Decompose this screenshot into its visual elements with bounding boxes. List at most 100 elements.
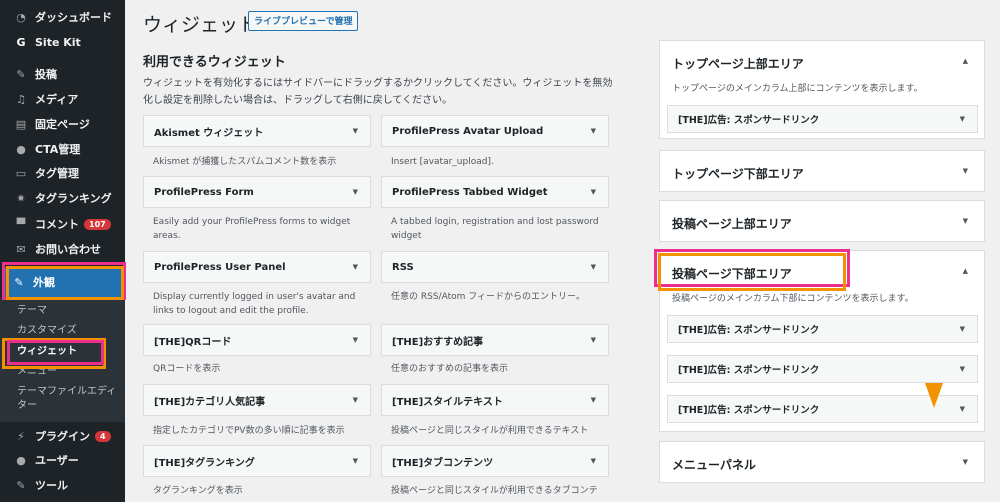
chevron-down-icon[interactable]: ▼ — [963, 217, 968, 225]
widget-the-qr-code[interactable]: [THE]QRコード ▼ — [143, 324, 371, 356]
widget-description: Easily add your ProfilePress forms to wi… — [153, 217, 351, 241]
submenu-item-menus[interactable]: メニュー — [17, 365, 119, 379]
area-post-page-upper[interactable]: 投稿ページ上部エリア ▼ — [659, 200, 985, 242]
user-icon: ● — [16, 453, 26, 467]
tag-icon: ▭ — [15, 166, 27, 180]
widget-title: Akismet ウィジェット — [154, 127, 264, 139]
chevron-down-icon: ▼ — [590, 263, 596, 271]
widget-description: Display currently logged in user's avata… — [153, 292, 356, 316]
media-icon: ♫ — [16, 92, 26, 106]
submenu-item-widgets[interactable]: ウィジェット — [17, 345, 119, 359]
widget-title: [THE]カテゴリ人気記事 — [154, 396, 266, 408]
widget-description: 指定したカテゴリでPV数の多い順に記事を表示 — [153, 426, 345, 436]
area-widget-title: [THE]広告: スポンサードリンク — [678, 405, 820, 416]
area-title: メニューパネル — [672, 458, 756, 472]
sidebar-item-media[interactable]: ♫ メディア — [0, 87, 125, 111]
sidebar-item-label: CTA管理 — [35, 143, 81, 156]
plugin-update-badge: 4 — [95, 430, 111, 442]
sidebar-item-label: 外観 — [33, 276, 55, 289]
sidebar-item-appearance[interactable]: ✎ 外観 — [4, 267, 124, 297]
chevron-down-icon: ▼ — [352, 127, 358, 135]
widget-title: ProfilePress Avatar Upload — [392, 125, 544, 137]
gear-icon: ✷ — [16, 191, 26, 205]
sidebar-item-contact[interactable]: ✉ お問い合わせ — [0, 237, 125, 261]
widget-profilepress-form[interactable]: ProfilePress Form ▼ — [143, 176, 371, 208]
widget-the-recommended[interactable]: [THE]おすすめ記事 ▼ — [381, 324, 609, 356]
widget-title: [THE]タブコンテンツ — [392, 457, 494, 469]
submenu-item-customize[interactable]: カスタマイズ — [17, 324, 119, 338]
sidebar-item-tag-manager[interactable]: ▭ タグ管理 — [0, 161, 125, 185]
widget-description: 任意のおすすめの記事を表示 — [391, 364, 509, 374]
widget-description: 投稿ページと同じスタイルが利用できるタブコンテ — [391, 486, 598, 496]
area-title: 投稿ページ上部エリア — [672, 217, 792, 231]
widget-description: 投稿ページと同じスタイルが利用できるテキスト — [391, 426, 589, 436]
sidebar-item-plugins[interactable]: ⚡ プラグイン 4 — [0, 424, 125, 448]
sidebar-item-dashboard[interactable]: ◔ ダッシュボード — [0, 5, 125, 29]
widget-the-tab-content[interactable]: [THE]タブコンテンツ ▼ — [381, 445, 609, 477]
sidebar-item-label: タグランキング — [35, 192, 112, 205]
chevron-down-icon: ▼ — [959, 365, 965, 373]
sidebar-item-tag-ranking[interactable]: ✷ タグランキング — [0, 186, 125, 210]
chevron-down-icon: ▼ — [590, 127, 596, 135]
pushpin-icon: ✎ — [16, 67, 26, 81]
widget-profilepress-tabbed[interactable]: ProfilePress Tabbed Widget ▼ — [381, 176, 609, 208]
sidebar-item-tools[interactable]: ✎ ツール — [0, 473, 125, 497]
widget-akismet[interactable]: Akismet ウィジェット ▼ — [143, 115, 371, 147]
area-widget-title: [THE]広告: スポンサードリンク — [678, 115, 820, 126]
submenu-item-themes[interactable]: テーマ — [17, 304, 119, 318]
chevron-down-icon: ▼ — [590, 396, 596, 404]
area-top-page-upper[interactable]: トップページ上部エリア ▲ トップページのメインカラム上部にコンテンツを表示しま… — [659, 40, 985, 139]
live-preview-manage-button[interactable]: ライブプレビューで管理 — [248, 11, 359, 31]
chevron-down-icon: ▼ — [352, 188, 358, 196]
widget-title: [THE]タグランキング — [154, 457, 255, 469]
chevron-down-icon[interactable]: ▼ — [963, 458, 968, 466]
sidebar-item-cta[interactable]: ● CTA管理 — [0, 137, 125, 161]
chevron-up-icon[interactable]: ▲ — [963, 57, 968, 65]
chevron-up-icon[interactable]: ▲ — [963, 267, 968, 275]
area-widget-sponsored-link[interactable]: [THE]広告: スポンサードリンク ▼ — [667, 105, 978, 133]
area-title: 投稿ページ下部エリア — [672, 267, 792, 281]
widget-rss[interactable]: RSS ▼ — [381, 251, 609, 283]
google-g-icon: G — [16, 35, 26, 49]
available-widgets-description: ウィジェットを有効化するにはサイドバーにドラッグするかクリックしてください。ウィ… — [143, 78, 613, 106]
chevron-down-icon: ▼ — [590, 457, 596, 465]
widget-profilepress-avatar-upload[interactable]: ProfilePress Avatar Upload ▼ — [381, 115, 609, 147]
comment-count-badge: 107 — [84, 218, 111, 230]
chevron-down-icon: ▼ — [352, 336, 358, 344]
sidebar-item-label: 投稿 — [35, 68, 57, 81]
chevron-down-icon: ▼ — [352, 263, 358, 271]
sidebar-item-site-kit[interactable]: G Site Kit — [0, 30, 125, 54]
area-description: トップページのメインカラム上部にコンテンツを表示します。 — [672, 84, 923, 94]
area-description: 投稿ページのメインカラム下部にコンテンツを表示します。 — [672, 294, 914, 304]
widget-profilepress-user-panel[interactable]: ProfilePress User Panel ▼ — [143, 251, 371, 283]
sidebar-item-label: コメント — [35, 218, 79, 231]
chevron-down-icon: ▼ — [959, 325, 965, 333]
sidebar-item-users[interactable]: ● ユーザー — [0, 448, 125, 472]
sidebar-item-comments[interactable]: ▀ コメント 107 — [0, 212, 125, 236]
widget-the-style-text[interactable]: [THE]スタイルテキスト ▼ — [381, 384, 609, 416]
chevron-down-icon: ▼ — [959, 115, 965, 123]
sidebar-item-label: プラグイン — [35, 430, 90, 443]
submenu-item-theme-editor[interactable]: テーマファイルエディター — [17, 385, 119, 413]
widget-title: ProfilePress User Panel — [154, 261, 286, 273]
sidebar-item-posts[interactable]: ✎ 投稿 — [0, 62, 125, 86]
admin-sidebar: ◔ ダッシュボード G Site Kit ✎ 投稿 ♫ メディア ▤ 固定ページ ● CTA… — [0, 0, 125, 502]
widget-description: Akismet が捕獲したスパムコメント数を表示 — [153, 157, 337, 167]
page-title: ウィジェット — [143, 14, 258, 36]
sidebar-item-pages[interactable]: ▤ 固定ページ — [0, 112, 125, 136]
widget-description: Insert [avatar_upload]. — [391, 157, 494, 167]
area-menu-panel[interactable]: メニューパネル ▼ — [659, 441, 985, 483]
widget-the-category-popular[interactable]: [THE]カテゴリ人気記事 ▼ — [143, 384, 371, 416]
sidebar-item-label: タグ管理 — [35, 167, 79, 180]
area-top-page-lower[interactable]: トップページ下部エリア ▼ — [659, 150, 985, 192]
widget-title: ProfilePress Tabbed Widget — [392, 186, 548, 198]
lightbulb-icon: ● — [16, 142, 26, 156]
widget-title: [THE]スタイルテキスト — [392, 396, 503, 408]
wrench-icon: ✎ — [16, 478, 26, 492]
chevron-down-icon[interactable]: ▼ — [963, 167, 968, 175]
sidebar-item-label: メディア — [35, 93, 79, 106]
page-icon: ▤ — [15, 117, 27, 131]
area-title: トップページ上部エリア — [672, 57, 804, 71]
chevron-down-icon: ▼ — [590, 188, 596, 196]
widget-the-tag-ranking[interactable]: [THE]タグランキング ▼ — [143, 445, 371, 477]
